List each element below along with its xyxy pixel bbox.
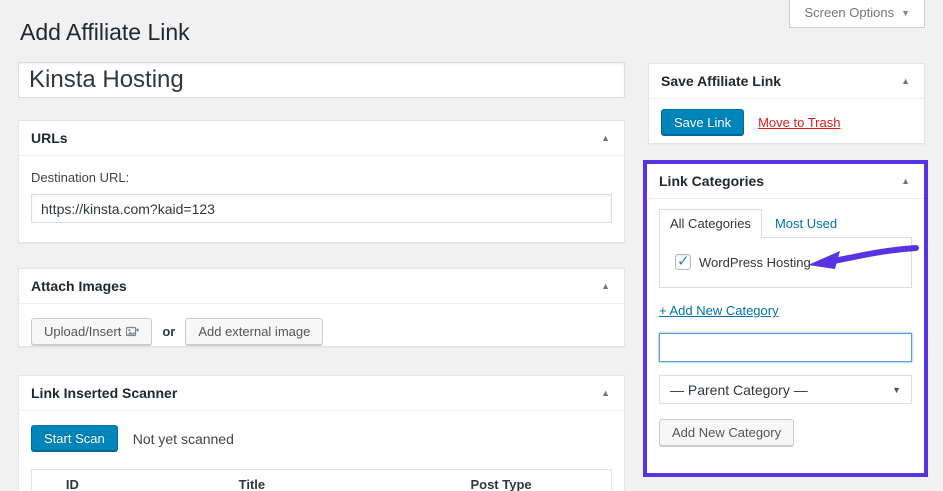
tab-most-used[interactable]: Most Used xyxy=(762,210,850,238)
checkmark-icon: ✓ xyxy=(677,252,690,270)
scanner-metabox-header: Link Inserted Scanner ▲ xyxy=(19,376,624,411)
new-category-name-input[interactable] xyxy=(659,333,912,362)
scanner-metabox-title: Link Inserted Scanner xyxy=(31,385,177,401)
categories-metabox-title: Link Categories xyxy=(659,173,764,189)
collapse-icon[interactable]: ▲ xyxy=(899,76,912,86)
category-list-item: ✓ WordPress Hosting xyxy=(670,254,901,270)
save-affiliate-link-metabox: Save Affiliate Link ▲ Save Link Move to … xyxy=(648,63,925,144)
category-tabs: All Categories Most Used xyxy=(659,209,912,238)
destination-url-input[interactable] xyxy=(31,194,612,223)
move-to-trash-link[interactable]: Move to Trash xyxy=(758,115,840,130)
collapse-icon[interactable]: ▲ xyxy=(899,176,912,186)
link-title-input[interactable] xyxy=(18,62,625,98)
add-external-image-button[interactable]: Add external image xyxy=(185,318,323,345)
add-media-icon xyxy=(126,326,139,338)
screen-options-label: Screen Options xyxy=(804,5,894,20)
save-metabox-title: Save Affiliate Link xyxy=(661,73,781,89)
add-new-category-toggle-link[interactable]: + Add New Category xyxy=(659,303,779,318)
collapse-icon[interactable]: ▲ xyxy=(599,388,612,398)
link-categories-highlight-frame: Link Categories ▲ All Categories Most Us… xyxy=(643,160,928,477)
screen-options-button[interactable]: Screen Options ▼ xyxy=(789,0,925,28)
scan-table-header-row: ID Title Post Type xyxy=(32,470,612,491)
categories-metabox-header: Link Categories ▲ xyxy=(647,164,924,199)
parent-category-select[interactable]: — Parent Category — ▼ xyxy=(659,375,912,404)
attach-images-metabox-header: Attach Images ▲ xyxy=(19,269,624,304)
urls-metabox: URLs ▲ Destination URL: xyxy=(18,120,625,243)
tab-all-categories[interactable]: All Categories xyxy=(659,209,762,238)
urls-metabox-title: URLs xyxy=(31,130,68,146)
chevron-down-icon: ▼ xyxy=(892,385,901,395)
page-title: Add Affiliate Link xyxy=(20,18,190,47)
wp-admin-add-affiliate-link-page: Screen Options ▼ Add Affiliate Link URLs… xyxy=(0,0,943,491)
category-checkbox[interactable]: ✓ xyxy=(675,254,691,270)
link-inserted-scanner-metabox: Link Inserted Scanner ▲ Start Scan Not y… xyxy=(18,375,625,491)
upload-insert-button[interactable]: Upload/Insert xyxy=(31,318,152,345)
attach-images-metabox-title: Attach Images xyxy=(31,278,127,294)
scan-table-header-post-type: Post Type xyxy=(391,470,611,491)
upload-insert-label: Upload/Insert xyxy=(44,324,121,339)
collapse-icon[interactable]: ▲ xyxy=(599,281,612,291)
add-new-category-button[interactable]: Add New Category xyxy=(659,419,794,446)
scan-status-text: Not yet scanned xyxy=(133,431,234,447)
save-link-button[interactable]: Save Link xyxy=(661,109,744,136)
or-label: or xyxy=(162,324,175,339)
category-label: WordPress Hosting xyxy=(699,255,811,270)
chevron-down-icon: ▼ xyxy=(901,8,910,18)
scan-table-header-id: ID xyxy=(32,470,113,491)
link-categories-metabox: Link Categories ▲ All Categories Most Us… xyxy=(647,164,924,473)
scan-table-header-title: Title xyxy=(113,470,391,491)
scan-results-table: ID Title Post Type xyxy=(31,469,612,491)
start-scan-button[interactable]: Start Scan xyxy=(31,425,118,452)
category-checklist: ✓ WordPress Hosting xyxy=(659,237,912,288)
urls-metabox-header: URLs ▲ xyxy=(19,121,624,156)
save-metabox-header: Save Affiliate Link ▲ xyxy=(649,64,924,99)
destination-url-label: Destination URL: xyxy=(31,170,612,185)
attach-images-metabox: Attach Images ▲ Upload/Insert or Add ext… xyxy=(18,268,625,347)
parent-category-selected-value: — Parent Category — xyxy=(670,382,808,398)
collapse-icon[interactable]: ▲ xyxy=(599,133,612,143)
